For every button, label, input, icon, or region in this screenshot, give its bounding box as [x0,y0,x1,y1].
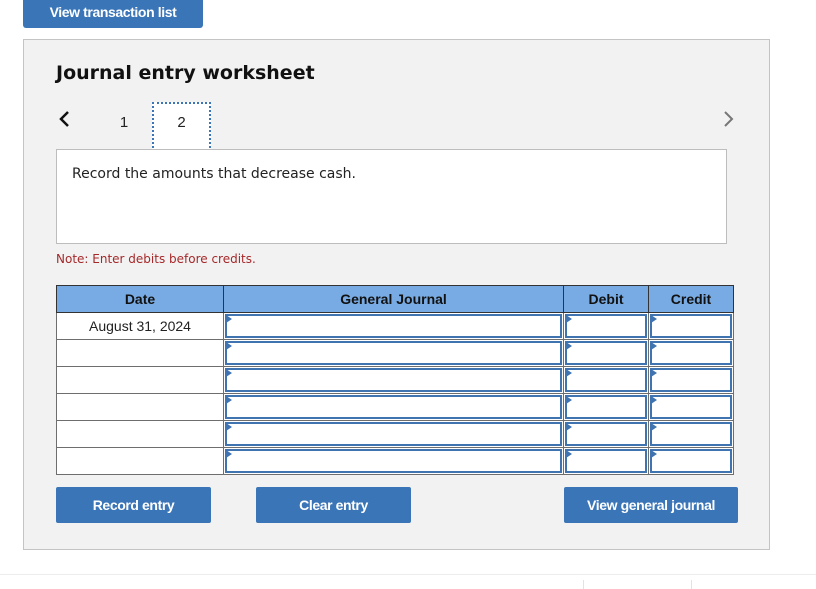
journal-entry-worksheet-panel: Journal entry worksheet 1 2 Record the a… [23,39,770,550]
debit-input[interactable] [565,368,647,392]
account-input[interactable] [225,395,562,419]
account-cell [223,339,564,367]
account-cell [223,393,564,421]
credit-cell [648,312,734,340]
column-header-general-journal: General Journal [223,285,564,313]
debit-cell [563,420,649,448]
credit-input[interactable] [650,449,732,473]
account-input[interactable] [225,422,562,446]
credit-input[interactable] [650,368,732,392]
credit-input[interactable] [650,341,732,365]
table-row [56,339,734,367]
date-cell [56,366,224,394]
debit-input[interactable] [565,341,647,365]
worksheet-title: Journal entry worksheet [56,62,315,84]
credit-input[interactable] [650,395,732,419]
column-header-credit: Credit [648,285,734,313]
account-input[interactable] [225,449,562,473]
credit-input[interactable] [650,422,732,446]
account-cell [223,366,564,394]
date-cell [56,393,224,421]
bottom-toolbar [0,574,816,589]
debit-cell [563,312,649,340]
table-row [56,393,734,421]
table-header-row: Date General Journal Debit Credit [56,285,734,313]
debit-cell [563,366,649,394]
date-cell [56,447,224,475]
debit-input[interactable] [565,449,647,473]
account-input[interactable] [225,341,562,365]
account-cell [223,312,564,340]
column-header-debit: Debit [563,285,649,313]
chevron-right-icon [724,111,734,127]
account-input[interactable] [225,314,562,338]
column-header-date: Date [56,285,224,313]
next-page-button[interactable] [720,108,736,130]
clear-entry-button[interactable]: Clear entry [256,487,411,523]
date-cell: August 31, 2024 [56,312,224,340]
credit-cell [648,420,734,448]
table-row [56,366,734,394]
date-cell [56,339,224,367]
view-transaction-list-button[interactable]: View transaction list [23,0,203,28]
page-tab-1[interactable]: 1 [95,103,153,151]
note-text: Note: Enter debits before credits. [56,252,256,266]
table-row: August 31, 2024 [56,312,734,340]
account-cell [223,447,564,475]
date-cell [56,420,224,448]
credit-cell [648,393,734,421]
table-row [56,447,734,475]
instruction-box: Record the amounts that decrease cash. [56,149,727,244]
debit-input[interactable] [565,314,647,338]
account-cell [223,420,564,448]
debit-input[interactable] [565,422,647,446]
journal-table: Date General Journal Debit Credit August… [56,285,734,475]
debit-cell [563,393,649,421]
record-entry-button[interactable]: Record entry [56,487,211,523]
page-tab-2-active[interactable]: 2 [152,102,211,152]
debit-cell [563,339,649,367]
credit-cell [648,447,734,475]
view-general-journal-button[interactable]: View general journal [564,487,738,523]
instruction-text: Record the amounts that decrease cash. [72,166,356,182]
previous-page-button[interactable] [57,108,73,130]
credit-input[interactable] [650,314,732,338]
chevron-left-icon [59,111,69,127]
table-row [56,420,734,448]
account-input[interactable] [225,368,562,392]
credit-cell [648,339,734,367]
debit-input[interactable] [565,395,647,419]
debit-cell [563,447,649,475]
credit-cell [648,366,734,394]
